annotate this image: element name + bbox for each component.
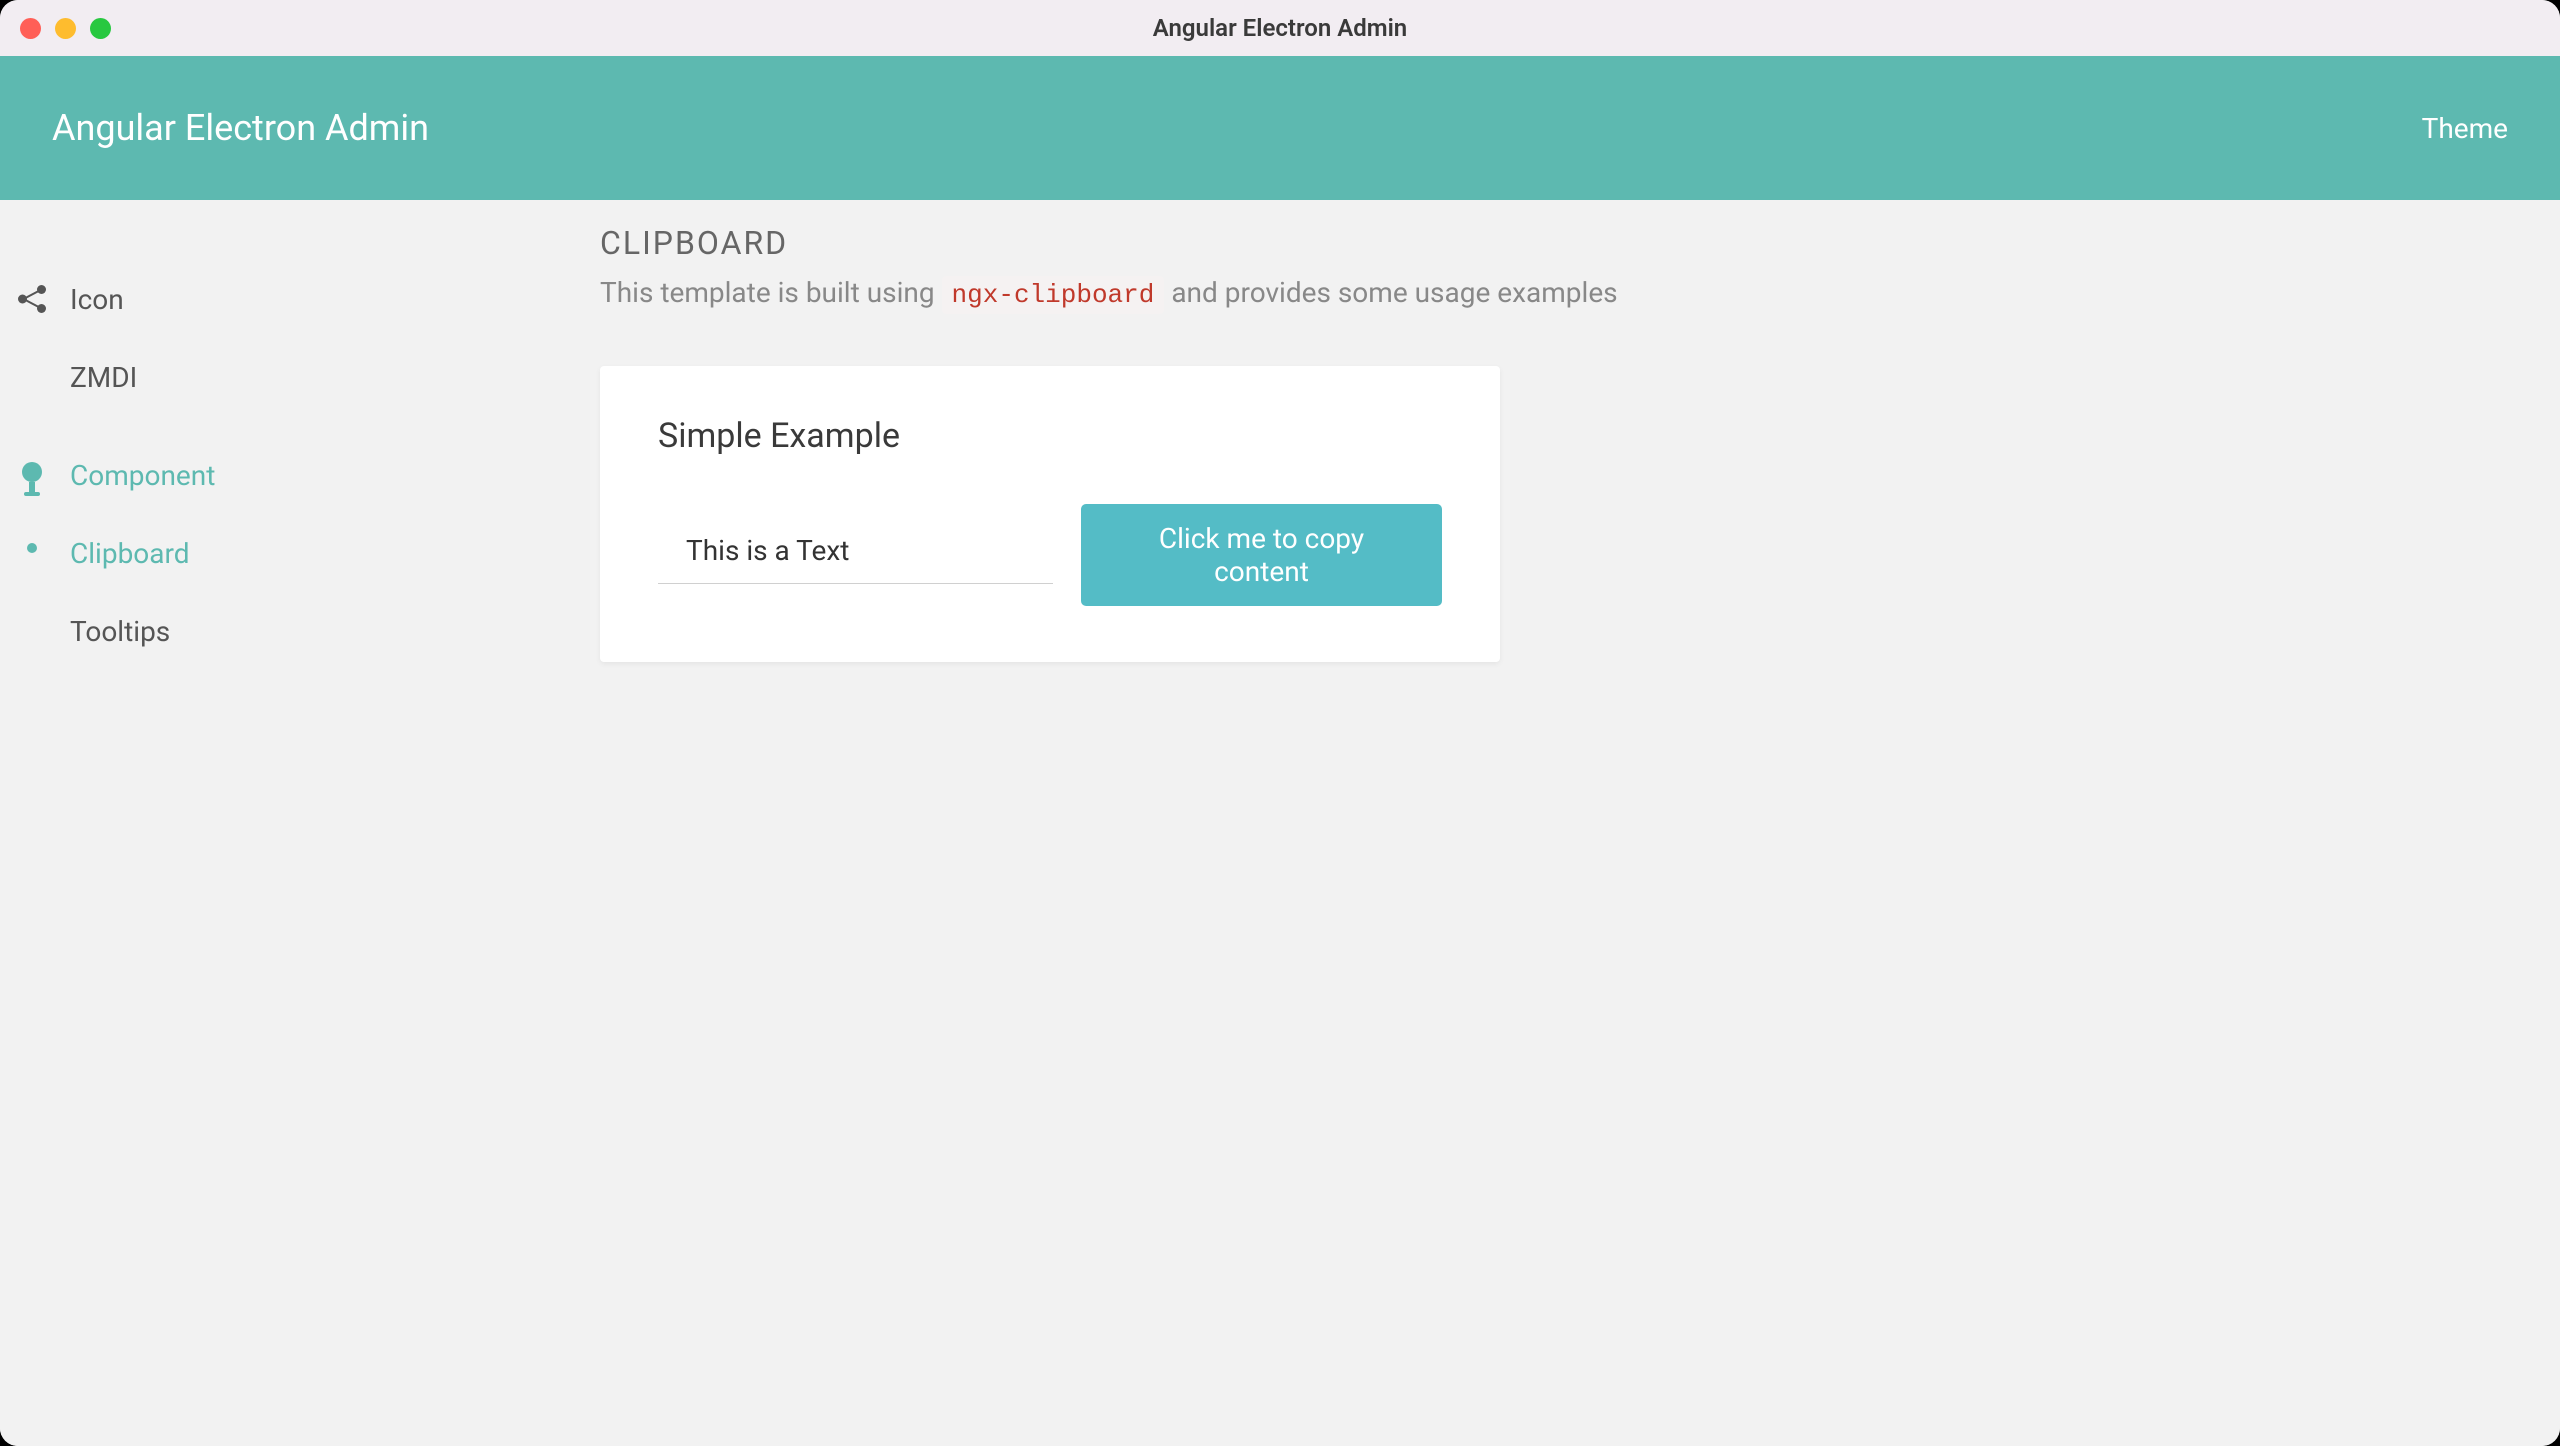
sidebar: Icon ZMDI Component [0,200,540,1446]
maximize-window-button[interactable] [90,18,111,39]
card-title: Simple Example [658,416,1442,456]
sidebar-item-clipboard[interactable]: Clipboard [0,514,540,592]
sidebar-item-label: Component [70,459,215,492]
sidebar-item-label: Tooltips [70,615,170,648]
sidebar-item-label: ZMDI [70,361,137,394]
spacer [0,416,540,436]
desc-code: ngx-clipboard [942,276,1165,314]
desc-suffix: and provides some usage examples [1164,276,1617,309]
copy-button[interactable]: Click me to copy content [1081,504,1442,606]
sidebar-item-icon[interactable]: Icon [0,260,540,338]
main-content: CLIPBOARD This template is built using n… [540,200,2560,1446]
sidebar-item-zmdi[interactable]: ZMDI [0,338,540,416]
sidebar-item-tooltips[interactable]: Tooltips [0,592,540,670]
close-window-button[interactable] [20,18,41,39]
card-row: Click me to copy content [658,504,1442,606]
app-title: Angular Electron Admin [52,107,429,149]
dot-icon [12,533,52,573]
app-body: Icon ZMDI Component [0,200,2560,1446]
app-window: Angular Electron Admin Angular Electron … [0,0,2560,1446]
window-title: Angular Electron Admin [1153,14,1407,42]
desc-prefix: This template is built using [600,276,942,309]
app-header: Angular Electron Admin Theme [0,56,2560,200]
traffic-lights [20,18,111,39]
page-title: CLIPBOARD [600,224,2500,262]
copy-text-input[interactable] [658,526,1053,584]
pin-icon [12,455,52,495]
titlebar: Angular Electron Admin [0,0,2560,56]
sidebar-item-label: Icon [70,283,124,316]
sidebar-item-component[interactable]: Component [0,436,540,514]
theme-toggle[interactable]: Theme [2422,112,2508,145]
example-card: Simple Example Click me to copy content [600,366,1500,662]
minimize-window-button[interactable] [55,18,76,39]
share-icon [12,279,52,319]
page-description: This template is built using ngx-clipboa… [600,276,2500,310]
sidebar-item-label: Clipboard [70,537,190,570]
